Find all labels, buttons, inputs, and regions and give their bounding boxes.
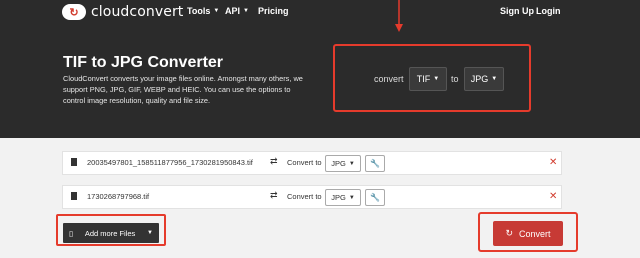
to-format-value: JPG [470,74,489,84]
remove-file-icon[interactable]: ✕ [549,157,557,168]
remove-file-icon[interactable]: ✕ [549,191,557,202]
from-format-value: TIF [416,74,431,84]
refresh-icon[interactable]: ⇄ [270,156,278,167]
chevron-down-icon: ▼ [433,76,440,82]
cloud-logo-icon: ↻ [62,4,86,20]
wrench-icon: 🔧 [370,159,380,168]
nav-tools[interactable]: Tools ▼ [187,6,219,16]
settings-wrench-button[interactable]: 🔧 [365,189,385,206]
refresh-icon[interactable]: ⇄ [270,190,278,201]
to-format-select[interactable]: JPG ▼ [464,67,504,91]
nav-api[interactable]: API ▼ [225,6,249,16]
to-label: to [451,74,459,84]
chevron-down-icon: ▼ [348,160,355,167]
file-plus-icon: ▯ [69,228,74,238]
file-icon [71,192,77,200]
convert-label: convert [374,74,404,84]
nav-login-label: Login [536,6,561,16]
nav-signup-label: Sign Up [500,6,534,16]
brand-logo[interactable]: ↻ cloudconvert [62,4,183,20]
chevron-down-icon: ▼ [147,230,153,236]
file-icon [71,158,77,166]
top-nav: ↻ cloudconvert Tools ▼ API ▼ Pricing Sig… [0,0,640,24]
file-name: 20035497801_158511877956_1730281950843.t… [87,158,253,167]
file-row: 1730268797968.tif ⇄ Convert to JPG ▼ 🔧 ✕ [62,185,562,209]
file-format-select[interactable]: JPG ▼ [325,155,361,172]
convert-button[interactable]: ↻ Convert [493,221,563,246]
nav-login[interactable]: Login [536,6,561,16]
wrench-icon: 🔧 [370,193,380,202]
brand-name: cloudconvert [91,4,184,20]
from-format-select[interactable]: TIF ▼ [409,67,447,91]
settings-wrench-button[interactable]: 🔧 [365,155,385,172]
nav-signup[interactable]: Sign Up [500,6,534,16]
nav-pricing[interactable]: Pricing [258,6,289,16]
file-format-value: JPG [331,159,346,168]
nav-api-label: API [225,6,241,16]
chevron-down-icon: ▼ [348,194,355,201]
nav-tools-label: Tools [187,6,211,16]
add-more-files-label: Add more Files [84,228,136,238]
convert-to-label: Convert to [287,158,322,167]
convert-button-label: Convert [519,228,551,239]
refresh-icon: ↻ [505,228,514,238]
chevron-down-icon: ▼ [243,8,249,14]
file-format-select[interactable]: JPG ▼ [325,189,361,206]
nav-pricing-label: Pricing [258,6,289,16]
file-name: 1730268797968.tif [87,192,150,201]
convert-to-label: Convert to [287,192,322,201]
file-format-value: JPG [331,193,346,202]
add-more-files-button[interactable]: ▯ Add more Files ▼ [63,223,159,243]
annotation-arrow-icon [395,0,403,32]
file-row: 20035497801_158511877956_1730281950843.t… [62,151,562,175]
hero-section: ↻ cloudconvert Tools ▼ API ▼ Pricing Sig… [0,0,640,138]
page-title: TIF to JPG Converter [63,54,224,71]
chevron-down-icon: ▼ [491,76,498,82]
chevron-down-icon: ▼ [213,8,220,14]
page-description: CloudConvert converts your image files o… [63,74,303,105]
